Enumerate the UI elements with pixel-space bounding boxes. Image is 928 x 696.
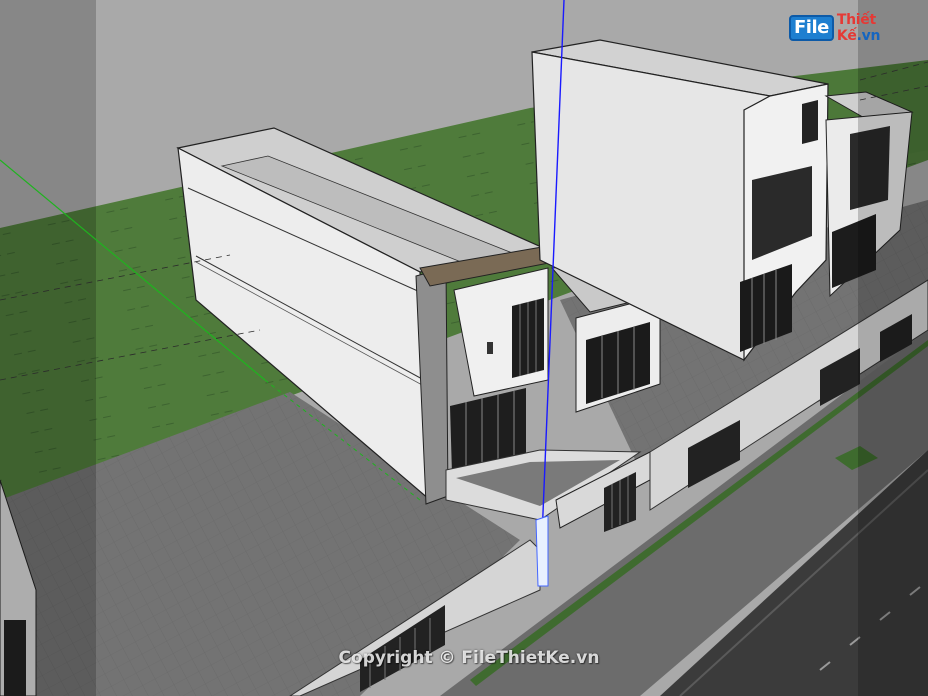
logo-ke-text: Kế [836,28,857,44]
logo-thiet-text: Thiết [836,12,876,28]
viewport-mask-right [858,0,928,696]
logo-domain-text: .vn [856,28,881,44]
tall-house-window-top [802,100,818,144]
blue-axis-highlight [535,515,549,587]
copyright-text: Copyright © FileThietKe.vn [338,648,600,668]
model-viewport[interactable]: File Thiết Kế.vn Copyright © FileThietKe… [0,0,928,696]
logo-brand-text: Thiết Kế.vn [837,12,901,44]
viewport-mask-left [0,0,96,696]
wall-lamp [487,342,493,354]
watermark-logo: File Thiết Kế.vn [789,12,901,44]
logo-file-text: File [789,15,834,41]
sketchup-scene[interactable] [0,0,928,696]
copyright-watermark: Copyright © FileThietKe.vn [0,648,928,668]
